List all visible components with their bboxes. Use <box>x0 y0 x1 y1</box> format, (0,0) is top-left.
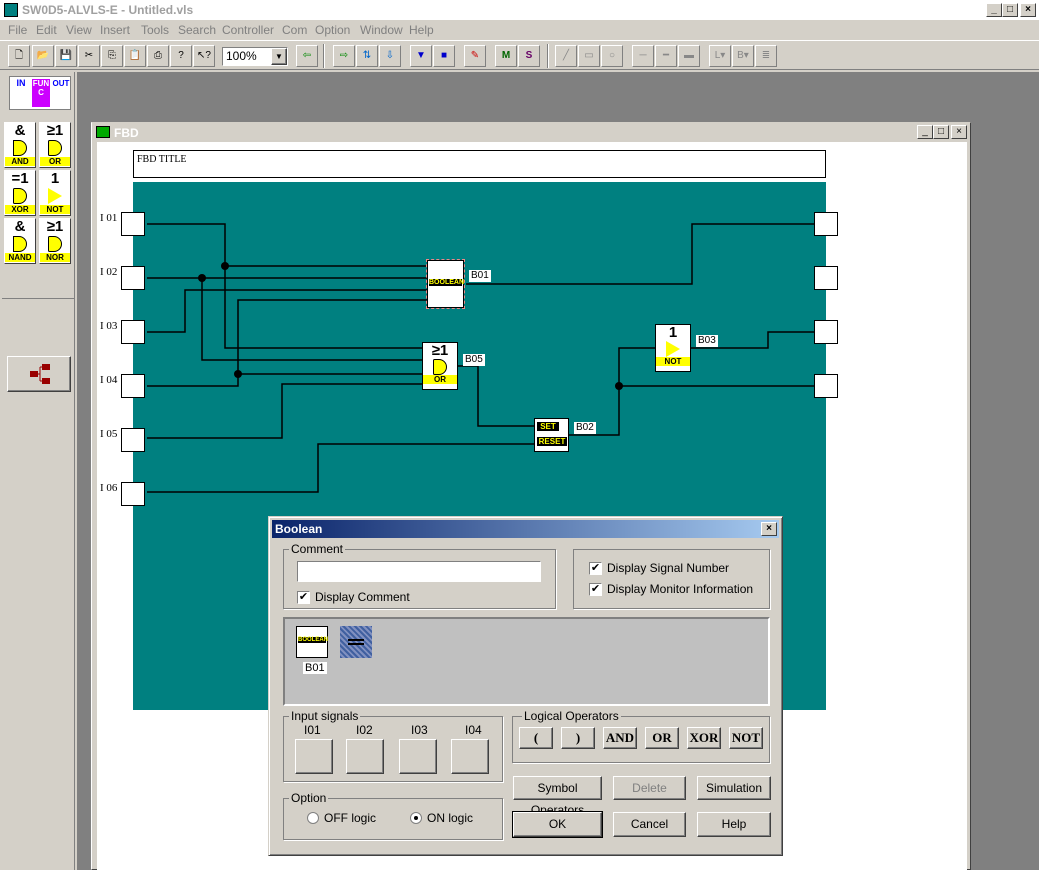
symbol-operators-button[interactable]: Symbol Operators <box>513 776 602 817</box>
simulation-button[interactable]: Simulation <box>697 776 771 800</box>
open-paren-button[interactable]: ( <box>519 727 553 749</box>
boolean-block[interactable]: BOOLEAN <box>426 259 465 309</box>
boolean-block-label: BOOLEAN <box>429 279 464 286</box>
input-block-i04[interactable] <box>121 374 145 398</box>
boolean-dialog: Boolean × Comment ✔ Display Comment ✔ Di… <box>268 516 783 856</box>
display-monitor-checkbox[interactable]: ✔ <box>589 583 602 596</box>
wire-i04-b01 <box>147 299 427 387</box>
input-label-i05: I 05 <box>100 428 118 440</box>
input-label-i06: I 06 <box>100 482 118 494</box>
logical-operators-label: Logical Operators <box>522 709 621 723</box>
input-i01-button[interactable] <box>295 739 333 774</box>
expression-editor[interactable]: BOOLEAN B01 <box>283 617 770 706</box>
input-block-i02[interactable] <box>121 266 145 290</box>
and-button[interactable]: AND <box>603 727 637 749</box>
output-block-o03[interactable] <box>814 320 838 344</box>
option-group-label: Option <box>289 791 329 805</box>
not-button[interactable]: NOT <box>729 727 763 749</box>
input-block-i03[interactable] <box>121 320 145 344</box>
output-label-o03: O 03 <box>843 320 865 332</box>
sr-block-id: B02 <box>574 422 596 434</box>
display-signal-checkbox[interactable]: ✔ <box>589 562 602 575</box>
wire-i06-b02 <box>147 443 534 493</box>
comment-group-label: Comment <box>289 542 346 556</box>
not-block-label: NOT <box>656 357 690 366</box>
delete-button[interactable]: Delete <box>613 776 686 800</box>
input-label-i02: I 02 <box>100 266 118 278</box>
input-i02-label: I02 <box>356 723 373 737</box>
or-block-glyph: ≥1 <box>431 342 449 359</box>
or-block-label: OR <box>423 375 457 384</box>
boolean-block-id: B01 <box>469 270 491 282</box>
preview-block-id: B01 <box>303 662 327 674</box>
not-gate-icon <box>666 341 680 357</box>
ok-button[interactable]: OK <box>512 811 603 838</box>
on-logic-label: ON logic <box>427 811 474 825</box>
junction-dot <box>234 370 242 378</box>
input-i04-button[interactable] <box>451 739 489 774</box>
input-block-i05[interactable] <box>121 428 145 452</box>
output-label-o04: O 04 <box>843 374 865 386</box>
off-logic-label: OFF logic <box>324 811 377 825</box>
junction-dot <box>198 274 206 282</box>
dialog-title: Boolean <box>275 522 323 536</box>
comment-input[interactable] <box>297 561 541 582</box>
dialog-close-button[interactable]: × <box>761 522 777 536</box>
display-monitor-label: Display Monitor Information <box>607 582 754 596</box>
output-block-o01[interactable] <box>814 212 838 236</box>
junction-dot <box>221 262 229 270</box>
or-button[interactable]: OR <box>645 727 679 749</box>
help-button[interactable]: Help <box>697 812 771 837</box>
output-label-o02: O 02 <box>843 266 865 278</box>
on-logic-radio[interactable] <box>410 812 422 824</box>
wire-b05-b02 <box>458 365 534 427</box>
radio-dot <box>414 816 418 820</box>
input-i04-label: I04 <box>465 723 482 737</box>
preview-block[interactable]: BOOLEAN <box>296 626 328 658</box>
equals-icon <box>348 639 364 645</box>
output-block-o04[interactable] <box>814 374 838 398</box>
close-paren-button[interactable]: ) <box>561 727 595 749</box>
input-block-i01[interactable] <box>121 212 145 236</box>
wire-i01-b01 <box>147 223 427 267</box>
sr-block[interactable]: SET RESET <box>534 418 569 452</box>
or-gate-icon <box>433 359 447 375</box>
junction-dot <box>615 382 623 390</box>
reset-label: RESET <box>537 437 567 446</box>
not-block-glyph: 1 <box>668 324 678 341</box>
cancel-button[interactable]: Cancel <box>613 812 686 837</box>
input-block-i06[interactable] <box>121 482 145 506</box>
input-i03-button[interactable] <box>399 739 437 774</box>
input-label-i01: I 01 <box>100 212 118 224</box>
output-block-o02[interactable] <box>814 266 838 290</box>
input-label-i03: I 03 <box>100 320 118 332</box>
set-label: SET <box>537 422 559 431</box>
output-label-o01: O 01 <box>843 212 865 224</box>
or-block[interactable]: ≥1 OR <box>422 342 458 390</box>
not-block-id: B03 <box>696 335 718 347</box>
display-comment-checkbox[interactable]: ✔ <box>297 591 310 604</box>
input-label-i04: I 04 <box>100 374 118 386</box>
wire-i03-b01 <box>147 289 427 333</box>
display-signal-label: Display Signal Number <box>607 561 730 575</box>
not-block[interactable]: 1 NOT <box>655 324 691 372</box>
or-block-id: B05 <box>463 354 485 366</box>
wire-b01-o01 <box>466 223 814 285</box>
input-i01-label: I01 <box>304 723 321 737</box>
input-i02-button[interactable] <box>346 739 384 774</box>
off-logic-radio[interactable] <box>307 812 319 824</box>
cursor-placeholder[interactable] <box>340 626 372 658</box>
preview-block-label: BOOLEAN <box>298 637 328 643</box>
xor-button[interactable]: XOR <box>687 727 721 749</box>
input-signals-label: Input signals <box>289 709 361 723</box>
input-i03-label: I03 <box>411 723 428 737</box>
wire-i05-b05 <box>147 383 422 439</box>
display-comment-label: Display Comment <box>315 590 410 604</box>
dialog-titlebar: Boolean × <box>272 520 779 538</box>
display-group <box>573 549 770 609</box>
